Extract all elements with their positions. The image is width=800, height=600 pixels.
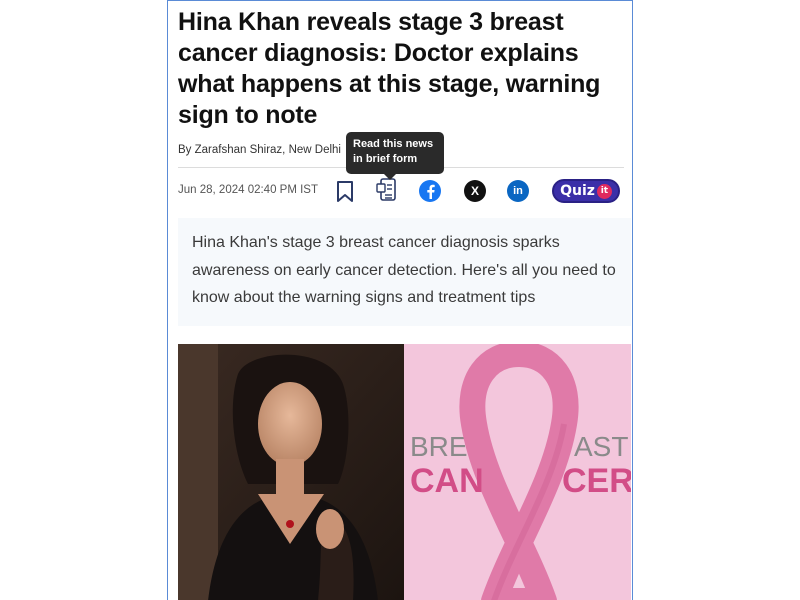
linkedin-icon: in bbox=[513, 185, 523, 197]
article-byline[interactable]: By Zarafshan Shiraz, New Delhi bbox=[178, 144, 341, 156]
article-summary-box: Hina Khan's stage 3 breast cancer diagno… bbox=[178, 218, 631, 326]
article-frame: Hina Khan reveals stage 3 breast cancer … bbox=[167, 0, 633, 600]
publish-date: Jun 28, 2024 02:40 PM IST bbox=[178, 184, 319, 196]
facebook-icon bbox=[427, 184, 435, 199]
x-icon: X bbox=[470, 184, 479, 198]
quiz-badge: it bbox=[596, 183, 612, 199]
brief-news-icon bbox=[376, 178, 396, 201]
x-share-button[interactable]: X bbox=[464, 180, 486, 202]
breast-cancer-ribbon-graphic: BRE AST CAN CER bbox=[404, 344, 631, 600]
brief-tooltip: Read this news in brief form bbox=[346, 132, 444, 180]
facebook-share-button[interactable] bbox=[419, 180, 441, 202]
bookmark-icon bbox=[337, 181, 353, 202]
ribbon-text-can: CAN bbox=[410, 462, 484, 500]
portrait-photo bbox=[178, 344, 404, 600]
quiz-it-button[interactable]: Quiz it bbox=[552, 179, 620, 203]
quiz-label: Quiz bbox=[560, 183, 595, 199]
article-headline: Hina Khan reveals stage 3 breast cancer … bbox=[178, 8, 601, 129]
article-summary: Hina Khan's stage 3 breast cancer diagno… bbox=[192, 234, 616, 306]
bookmark-button[interactable] bbox=[334, 180, 356, 204]
ribbon-text-ast: AST bbox=[574, 431, 628, 462]
hero-image: BRE AST CAN CER bbox=[178, 344, 631, 600]
brief-news-button[interactable] bbox=[375, 177, 401, 205]
linkedin-share-button[interactable]: in bbox=[507, 180, 529, 202]
ribbon-text-cer: CER bbox=[562, 462, 631, 500]
ribbon-text-bre: BRE bbox=[410, 431, 468, 462]
